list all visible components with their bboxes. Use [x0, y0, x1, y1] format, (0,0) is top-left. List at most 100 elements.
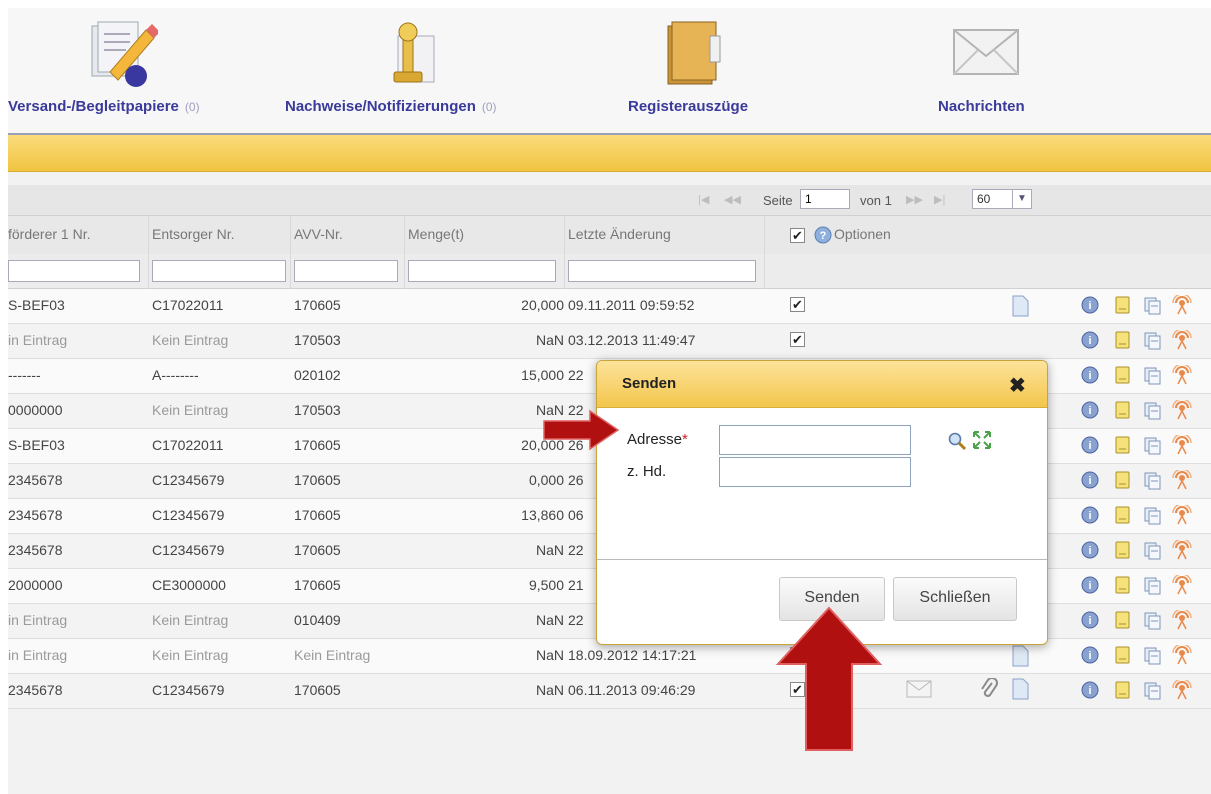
svg-text:i: i: [1088, 650, 1091, 662]
signal-icon[interactable]: [1172, 645, 1192, 665]
attn-input[interactable]: [719, 457, 911, 487]
note-icon[interactable]: [1112, 295, 1132, 315]
note-icon[interactable]: [1112, 400, 1132, 420]
copy-document-icon[interactable]: [1142, 365, 1162, 385]
copy-document-icon[interactable]: [1142, 330, 1162, 350]
page-input[interactable]: [800, 189, 850, 209]
table-cell: 170605: [294, 437, 341, 453]
nav-count-versand: (0): [184, 100, 200, 114]
signal-icon[interactable]: [1172, 505, 1192, 525]
copy-document-icon[interactable]: [1142, 470, 1162, 490]
col-header-aenderung[interactable]: Letzte Änderung: [568, 226, 671, 242]
col-header-menge[interactable]: Menge(t): [408, 226, 464, 242]
next-page-icon[interactable]: ▶▶: [906, 193, 923, 206]
note-icon[interactable]: [1112, 540, 1132, 560]
table-cell: NaN: [535, 682, 564, 698]
envelope-icon[interactable]: [906, 680, 932, 698]
info-icon[interactable]: i: [1080, 400, 1100, 420]
document-icon[interactable]: [1010, 678, 1030, 700]
filter-menge[interactable]: [408, 260, 556, 282]
row-checkbox[interactable]: ✔: [790, 297, 805, 312]
copy-document-icon[interactable]: [1142, 435, 1162, 455]
info-icon[interactable]: i: [1080, 645, 1100, 665]
note-icon[interactable]: [1112, 610, 1132, 630]
address-input[interactable]: [719, 425, 911, 455]
filter-aenderung[interactable]: [568, 260, 756, 282]
note-icon[interactable]: [1112, 505, 1132, 525]
search-icon[interactable]: [947, 431, 967, 451]
signal-icon[interactable]: [1172, 470, 1192, 490]
paperclip-icon[interactable]: [980, 678, 998, 700]
col-header-entsorger[interactable]: Entsorger Nr.: [152, 226, 234, 242]
signal-icon[interactable]: [1172, 295, 1192, 315]
table-cell: C12345679: [152, 542, 225, 558]
note-icon[interactable]: [1112, 680, 1132, 700]
col-header-befoerderer[interactable]: förderer 1 Nr.: [8, 226, 90, 242]
signal-icon[interactable]: [1172, 435, 1192, 455]
filter-entsorger[interactable]: [152, 260, 286, 282]
note-icon[interactable]: [1112, 365, 1132, 385]
table-row[interactable]: S-BEF03 C17022011 170605 20,000 09.11.2011 0…: [8, 289, 1211, 324]
select-all-checkbox[interactable]: ✔: [790, 228, 805, 243]
table-cell: NaN: [535, 647, 564, 663]
info-icon[interactable]: i: [1080, 680, 1100, 700]
info-icon[interactable]: i: [1080, 575, 1100, 595]
filter-befoerderer[interactable]: [8, 260, 140, 282]
copy-document-icon[interactable]: [1142, 400, 1162, 420]
note-icon[interactable]: [1112, 435, 1132, 455]
copy-document-icon[interactable]: [1142, 610, 1162, 630]
info-icon[interactable]: i: [1080, 470, 1100, 490]
info-icon[interactable]: i: [1080, 505, 1100, 525]
page: Versand-/Begleitpapiere (0) Nachweise/Not…: [8, 8, 1211, 794]
info-icon[interactable]: i: [1080, 610, 1100, 630]
info-icon[interactable]: i: [1080, 540, 1100, 560]
per-page-value: 60: [977, 192, 991, 206]
note-icon[interactable]: [1112, 470, 1132, 490]
signal-icon[interactable]: [1172, 680, 1192, 700]
close-button[interactable]: Schließen: [893, 577, 1017, 621]
attn-label: z. Hd.: [627, 463, 667, 480]
copy-document-icon[interactable]: [1142, 505, 1162, 525]
signal-icon[interactable]: [1172, 575, 1192, 595]
copy-document-icon[interactable]: [1142, 575, 1162, 595]
prev-page-icon[interactable]: ◀◀: [724, 193, 741, 206]
col-header-avv[interactable]: AVV-Nr.: [294, 226, 343, 242]
signal-icon[interactable]: [1172, 330, 1192, 350]
nav-label-nachweise: Nachweise/Notifizierungen: [285, 98, 476, 115]
signal-icon[interactable]: [1172, 610, 1192, 630]
last-page-icon[interactable]: ▶|: [934, 193, 945, 206]
per-page-select[interactable]: 60 ▼: [972, 189, 1032, 209]
signal-icon[interactable]: [1172, 540, 1192, 560]
first-page-icon[interactable]: |◀: [698, 193, 709, 206]
signal-icon[interactable]: [1172, 400, 1192, 420]
expand-arrows-icon[interactable]: [971, 429, 993, 451]
dialog-separator: [597, 559, 1047, 560]
table-cell: 170605: [294, 507, 341, 523]
arrow-right-annotation: [543, 409, 620, 451]
svg-text:i: i: [1088, 615, 1091, 627]
copy-document-icon[interactable]: [1142, 540, 1162, 560]
document-icon[interactable]: [1010, 645, 1030, 667]
help-icon[interactable]: ?: [814, 226, 832, 244]
note-icon[interactable]: [1112, 575, 1132, 595]
table-row[interactable]: in Eintrag Kein Eintrag 170503 NaN 03.12.201…: [8, 324, 1211, 359]
info-icon[interactable]: i: [1080, 365, 1100, 385]
pager: |◀ ◀◀ Seite von 1 ▶▶ ▶| 60 ▼: [8, 185, 1211, 216]
copy-document-icon[interactable]: [1142, 680, 1162, 700]
note-icon[interactable]: [1112, 645, 1132, 665]
filter-avv[interactable]: [294, 260, 398, 282]
table-row[interactable]: 2345678 C12345679 170605 NaN 06.11.2013 09:4…: [8, 674, 1211, 709]
info-icon[interactable]: i: [1080, 435, 1100, 455]
copy-document-icon[interactable]: [1142, 295, 1162, 315]
copy-document-icon[interactable]: [1142, 645, 1162, 665]
table-cell: in Eintrag: [8, 647, 68, 663]
top-navigation: Versand-/Begleitpapiere (0) Nachweise/Not…: [8, 8, 1211, 135]
note-icon[interactable]: [1112, 330, 1132, 350]
info-icon[interactable]: i: [1080, 330, 1100, 350]
row-checkbox[interactable]: ✔: [790, 332, 805, 347]
document-icon[interactable]: [1010, 295, 1030, 317]
signal-icon[interactable]: [1172, 365, 1192, 385]
close-icon[interactable]: ✖: [1009, 373, 1026, 398]
info-icon[interactable]: i: [1080, 295, 1100, 315]
nav-label-nachrichten: Nachrichten: [938, 98, 1025, 115]
